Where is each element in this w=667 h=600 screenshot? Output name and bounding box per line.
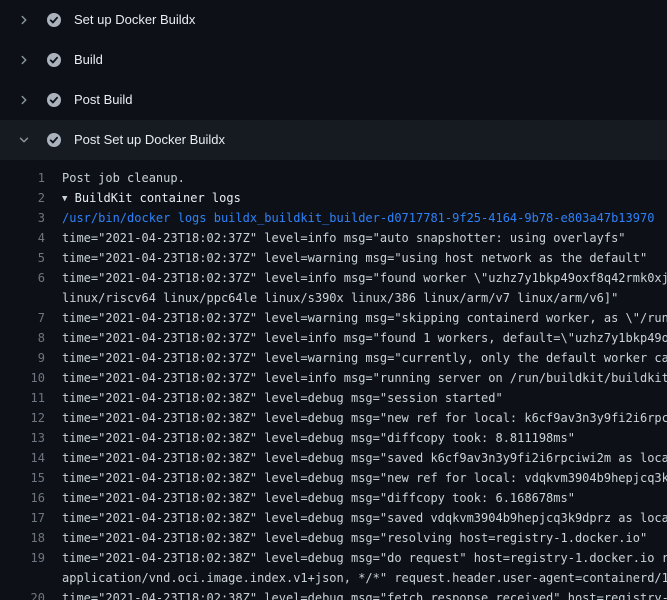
line-number[interactable]: 20 [0,588,45,600]
log-line: 9time="2021-04-23T18:02:37Z" level=warni… [0,348,667,368]
step-set-up-docker-buildx[interactable]: Set up Docker Buildx [0,0,667,40]
log-text: time="2021-04-23T18:02:38Z" level=debug … [45,508,667,528]
line-number[interactable]: 9 [0,348,45,368]
chevron-down-icon [16,132,32,148]
log-line: 12time="2021-04-23T18:02:38Z" level=debu… [0,408,667,428]
log-line: 13time="2021-04-23T18:02:38Z" level=debu… [0,428,667,448]
log-line: 5time="2021-04-23T18:02:37Z" level=warni… [0,248,667,268]
line-number[interactable]: 10 [0,368,45,388]
log-line: 8time="2021-04-23T18:02:37Z" level=info … [0,328,667,348]
log-text: linux/riscv64 linux/ppc64le linux/s390x … [45,288,618,308]
line-number[interactable]: 19 [0,548,45,568]
step-post-set-up-docker-buildx[interactable]: Post Set up Docker Buildx [0,120,667,160]
log-group-line[interactable]: 2▼ BuildKit container logs [0,188,667,208]
chevron-right-icon [16,92,32,108]
log-container: 1Post job cleanup.2▼ BuildKit container … [0,160,667,600]
line-number [0,288,45,308]
log-line: 17time="2021-04-23T18:02:38Z" level=debu… [0,508,667,528]
step-build[interactable]: Build [0,40,667,80]
line-number[interactable]: 17 [0,508,45,528]
chevron-right-icon [16,12,32,28]
line-number[interactable]: 18 [0,528,45,548]
step-label: Post Build [74,92,133,108]
line-number[interactable]: 14 [0,448,45,468]
line-number[interactable]: 3 [0,208,45,228]
line-number[interactable]: 5 [0,248,45,268]
log-line: 6time="2021-04-23T18:02:37Z" level=info … [0,268,667,288]
log-text: /usr/bin/docker logs buildx_buildkit_bui… [45,208,654,228]
line-number[interactable]: 16 [0,488,45,508]
check-circle-icon [46,12,62,28]
log-line: 19time="2021-04-23T18:02:38Z" level=debu… [0,548,667,568]
line-number[interactable]: 4 [0,228,45,248]
line-number[interactable]: 8 [0,328,45,348]
log-text: time="2021-04-23T18:02:37Z" level=info m… [45,268,667,288]
log-text: Post job cleanup. [45,168,185,188]
log-line: 14time="2021-04-23T18:02:38Z" level=debu… [0,448,667,468]
line-number[interactable]: 7 [0,308,45,328]
log-line: 7time="2021-04-23T18:02:37Z" level=warni… [0,308,667,328]
log-line: 16time="2021-04-23T18:02:38Z" level=debu… [0,488,667,508]
line-number[interactable]: 1 [0,168,45,188]
line-number[interactable]: 15 [0,468,45,488]
log-text: time="2021-04-23T18:02:38Z" level=debug … [45,388,503,408]
check-circle-icon [46,92,62,108]
log-text: time="2021-04-23T18:02:38Z" level=debug … [45,548,667,568]
log-line: 4time="2021-04-23T18:02:37Z" level=info … [0,228,667,248]
check-circle-icon [46,52,62,68]
line-number[interactable]: 12 [0,408,45,428]
step-label: Post Set up Docker Buildx [74,132,225,148]
log-command-line: 3/usr/bin/docker logs buildx_buildkit_bu… [0,208,667,228]
log-line-continuation: application/vnd.oci.image.index.v1+json,… [0,568,667,588]
log-text: time="2021-04-23T18:02:37Z" level=warnin… [45,308,667,328]
log-line: 10time="2021-04-23T18:02:37Z" level=info… [0,368,667,388]
step-label: Set up Docker Buildx [74,12,195,28]
log-text: time="2021-04-23T18:02:38Z" level=debug … [45,448,667,468]
log-text: time="2021-04-23T18:02:38Z" level=debug … [45,488,575,508]
line-number[interactable]: 2 [0,188,45,208]
step-label: Build [74,52,103,68]
log-line: 1Post job cleanup. [0,168,667,188]
log-text: time="2021-04-23T18:02:37Z" level=info m… [45,328,667,348]
log-text: time="2021-04-23T18:02:38Z" level=debug … [45,408,667,428]
log-line: 20time="2021-04-23T18:02:38Z" level=debu… [0,588,667,600]
log-line: 15time="2021-04-23T18:02:38Z" level=debu… [0,468,667,488]
log-text: time="2021-04-23T18:02:38Z" level=debug … [45,428,575,448]
line-number[interactable]: 6 [0,268,45,288]
steps-list: Set up Docker Buildx Build Post Build Po… [0,0,667,160]
chevron-right-icon [16,52,32,68]
group-caret-down-icon: ▼ [62,189,67,208]
log-text: time="2021-04-23T18:02:38Z" level=debug … [45,588,667,600]
line-number[interactable]: 13 [0,428,45,448]
log-text: time="2021-04-23T18:02:37Z" level=warnin… [45,248,647,268]
check-circle-icon [46,132,62,148]
log-text: time="2021-04-23T18:02:38Z" level=debug … [45,468,667,488]
log-text: time="2021-04-23T18:02:37Z" level=info m… [45,368,667,388]
line-number[interactable]: 11 [0,388,45,408]
log-text: time="2021-04-23T18:02:37Z" level=info m… [45,228,626,248]
log-line-continuation: linux/riscv64 linux/ppc64le linux/s390x … [0,288,667,308]
log-text: time="2021-04-23T18:02:38Z" level=debug … [45,528,647,548]
log-text: application/vnd.oci.image.index.v1+json,… [45,568,667,588]
log-text: ▼ BuildKit container logs [45,188,241,208]
log-text: time="2021-04-23T18:02:37Z" level=warnin… [45,348,667,368]
step-post-build[interactable]: Post Build [0,80,667,120]
log-line: 18time="2021-04-23T18:02:38Z" level=debu… [0,528,667,548]
line-number [0,568,45,588]
log-line: 11time="2021-04-23T18:02:38Z" level=debu… [0,388,667,408]
